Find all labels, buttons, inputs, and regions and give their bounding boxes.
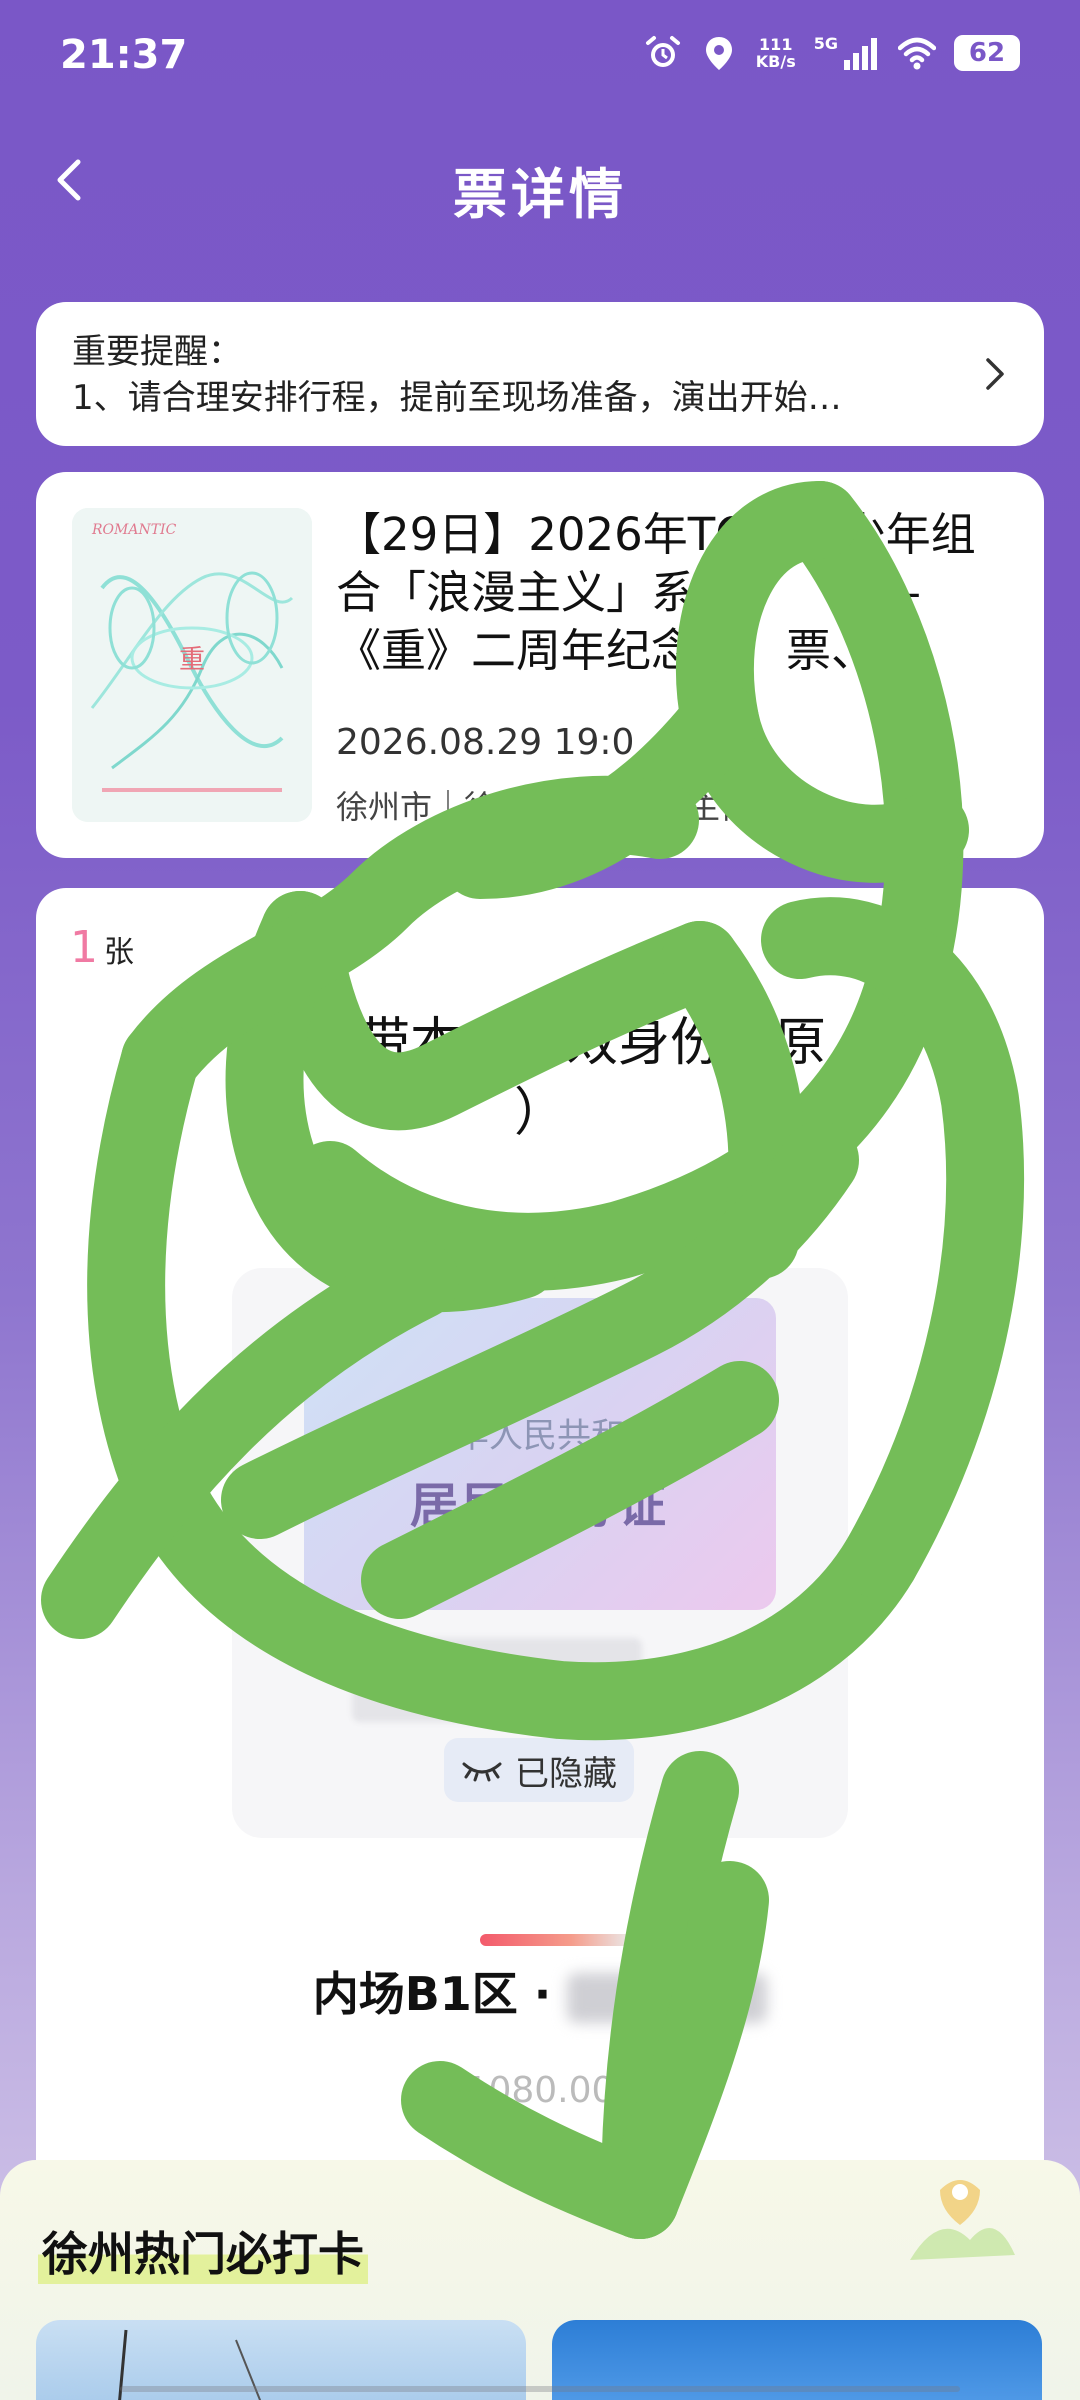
ticket-count: 1张 bbox=[70, 922, 134, 973]
net-speed-unit: KB/s bbox=[755, 52, 796, 71]
ticket-card: 1张 请携带本人有效身份证原 ） 截图转发 华人民共和 居民身份证 已隐藏 内场… bbox=[36, 888, 1044, 2288]
id-card-type: 居民身份证 bbox=[409, 1478, 670, 1534]
reminder-title: 重要提醒： bbox=[72, 332, 242, 372]
signal-group: 5G bbox=[814, 34, 880, 72]
chevron-right-icon bbox=[986, 358, 1004, 390]
blurred-name bbox=[402, 1638, 642, 1678]
map-pin-icon bbox=[910, 2180, 1015, 2260]
reminder-card[interactable]: 重要提醒： 1、请合理安排行程，提前至现场准备，演出开始… bbox=[36, 302, 1044, 446]
ticket-count-number: 1 bbox=[70, 922, 98, 973]
recommend-section: 徐州热门必打卡 bbox=[0, 2160, 1080, 2400]
event-card[interactable]: ROMANTIC 重 【29日】2026年TO 少年组合「浪漫主义」系 ——《重… bbox=[36, 472, 1044, 858]
event-venue: 徐州市｜徐州市奥 主体 bbox=[336, 788, 753, 826]
net-speed-value: 111 bbox=[759, 35, 793, 54]
svg-text:ROMANTIC: ROMANTIC bbox=[91, 522, 177, 538]
net-speed: 111 KB/s bbox=[756, 36, 796, 70]
home-indicator[interactable] bbox=[120, 2386, 960, 2392]
event-poster[interactable]: ROMANTIC 重 bbox=[72, 508, 312, 822]
blurred-id-number bbox=[352, 1688, 692, 1722]
seat-info: 内场B1区 · bbox=[36, 1958, 1044, 2024]
signal-icon bbox=[844, 38, 877, 70]
location-icon bbox=[705, 37, 732, 70]
seat-area: 内场B1区 · bbox=[312, 1967, 568, 2021]
ticket-notice: 请携带本人有效身份证原 ） bbox=[36, 1008, 1044, 1148]
status-bar: 21:37 111 KB/s 5G 62 bbox=[0, 0, 1080, 110]
ticket-price: 1080.00 bbox=[465, 2070, 615, 2111]
ticket-count-unit: 张 bbox=[104, 935, 134, 970]
ticket-notice-line1: 请携带本人有效身份证原 bbox=[253, 1013, 826, 1073]
alarm-icon bbox=[645, 36, 680, 67]
svg-text:重: 重 bbox=[179, 645, 205, 675]
event-title: 【29日】2026年TO 少年组合「浪漫主义」系 ——《重》二周年纪念 票、… bbox=[336, 508, 976, 677]
ticket-notice-line2: ） bbox=[513, 1083, 566, 1143]
event-date: 2026.08.29 19:0 bbox=[336, 722, 635, 763]
status-icons: 111 KB/s 5G 62 bbox=[644, 34, 1020, 72]
blurred-seat-number bbox=[567, 1972, 768, 2023]
poster-artwork: ROMANTIC 重 bbox=[72, 508, 312, 822]
battery-icon: 62 bbox=[954, 35, 1020, 71]
ticket-sub-text: 截图转发 bbox=[472, 1226, 608, 1266]
id-panel: 华人民共和 居民身份证 已隐藏 bbox=[232, 1268, 848, 1838]
id-card-country: 华人民共和 bbox=[455, 1416, 625, 1456]
seat-color-strip bbox=[480, 1934, 632, 1946]
wifi-icon bbox=[898, 37, 936, 70]
eye-closed-icon bbox=[462, 1762, 502, 1782]
reminder-text: 1、请合理安排行程，提前至现场准备，演出开始… bbox=[72, 378, 842, 418]
hidden-label: 已隐藏 bbox=[515, 1753, 617, 1794]
recommend-title: 徐州热门必打卡 bbox=[38, 2218, 368, 2284]
network-type: 5G bbox=[813, 34, 838, 53]
status-time: 21:37 bbox=[60, 32, 188, 78]
header: 票详情 bbox=[0, 130, 1080, 230]
page-title: 票详情 bbox=[453, 163, 627, 226]
hidden-toggle[interactable]: 已隐藏 bbox=[444, 1738, 634, 1802]
id-card-image: 华人民共和 居民身份证 bbox=[304, 1298, 776, 1610]
